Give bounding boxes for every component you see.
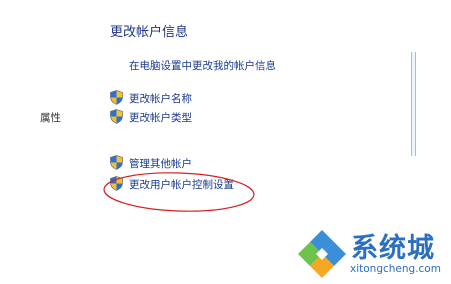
uac-shield-icon <box>110 90 123 109</box>
section-title: 更改帐户信息 <box>110 25 189 40</box>
link-change-in-pc-settings[interactable]: 在电脑设置中更改我的帐户信息 <box>129 58 276 73</box>
properties-label: 属性 <box>40 112 61 124</box>
scrollbar[interactable] <box>411 52 416 156</box>
brand-name: 系统城 <box>351 233 435 264</box>
link-change-account-name[interactable]: 更改帐户名称 <box>129 91 192 106</box>
brand-url: xitongcheng.com <box>350 263 441 275</box>
link-change-account-type[interactable]: 更改帐户类型 <box>129 110 192 125</box>
uac-shield-icon <box>110 109 123 128</box>
highlight-ellipse <box>100 170 260 220</box>
link-manage-other-accounts[interactable]: 管理其他帐户 <box>129 156 192 171</box>
xitongcheng-logo-icon <box>296 228 348 284</box>
